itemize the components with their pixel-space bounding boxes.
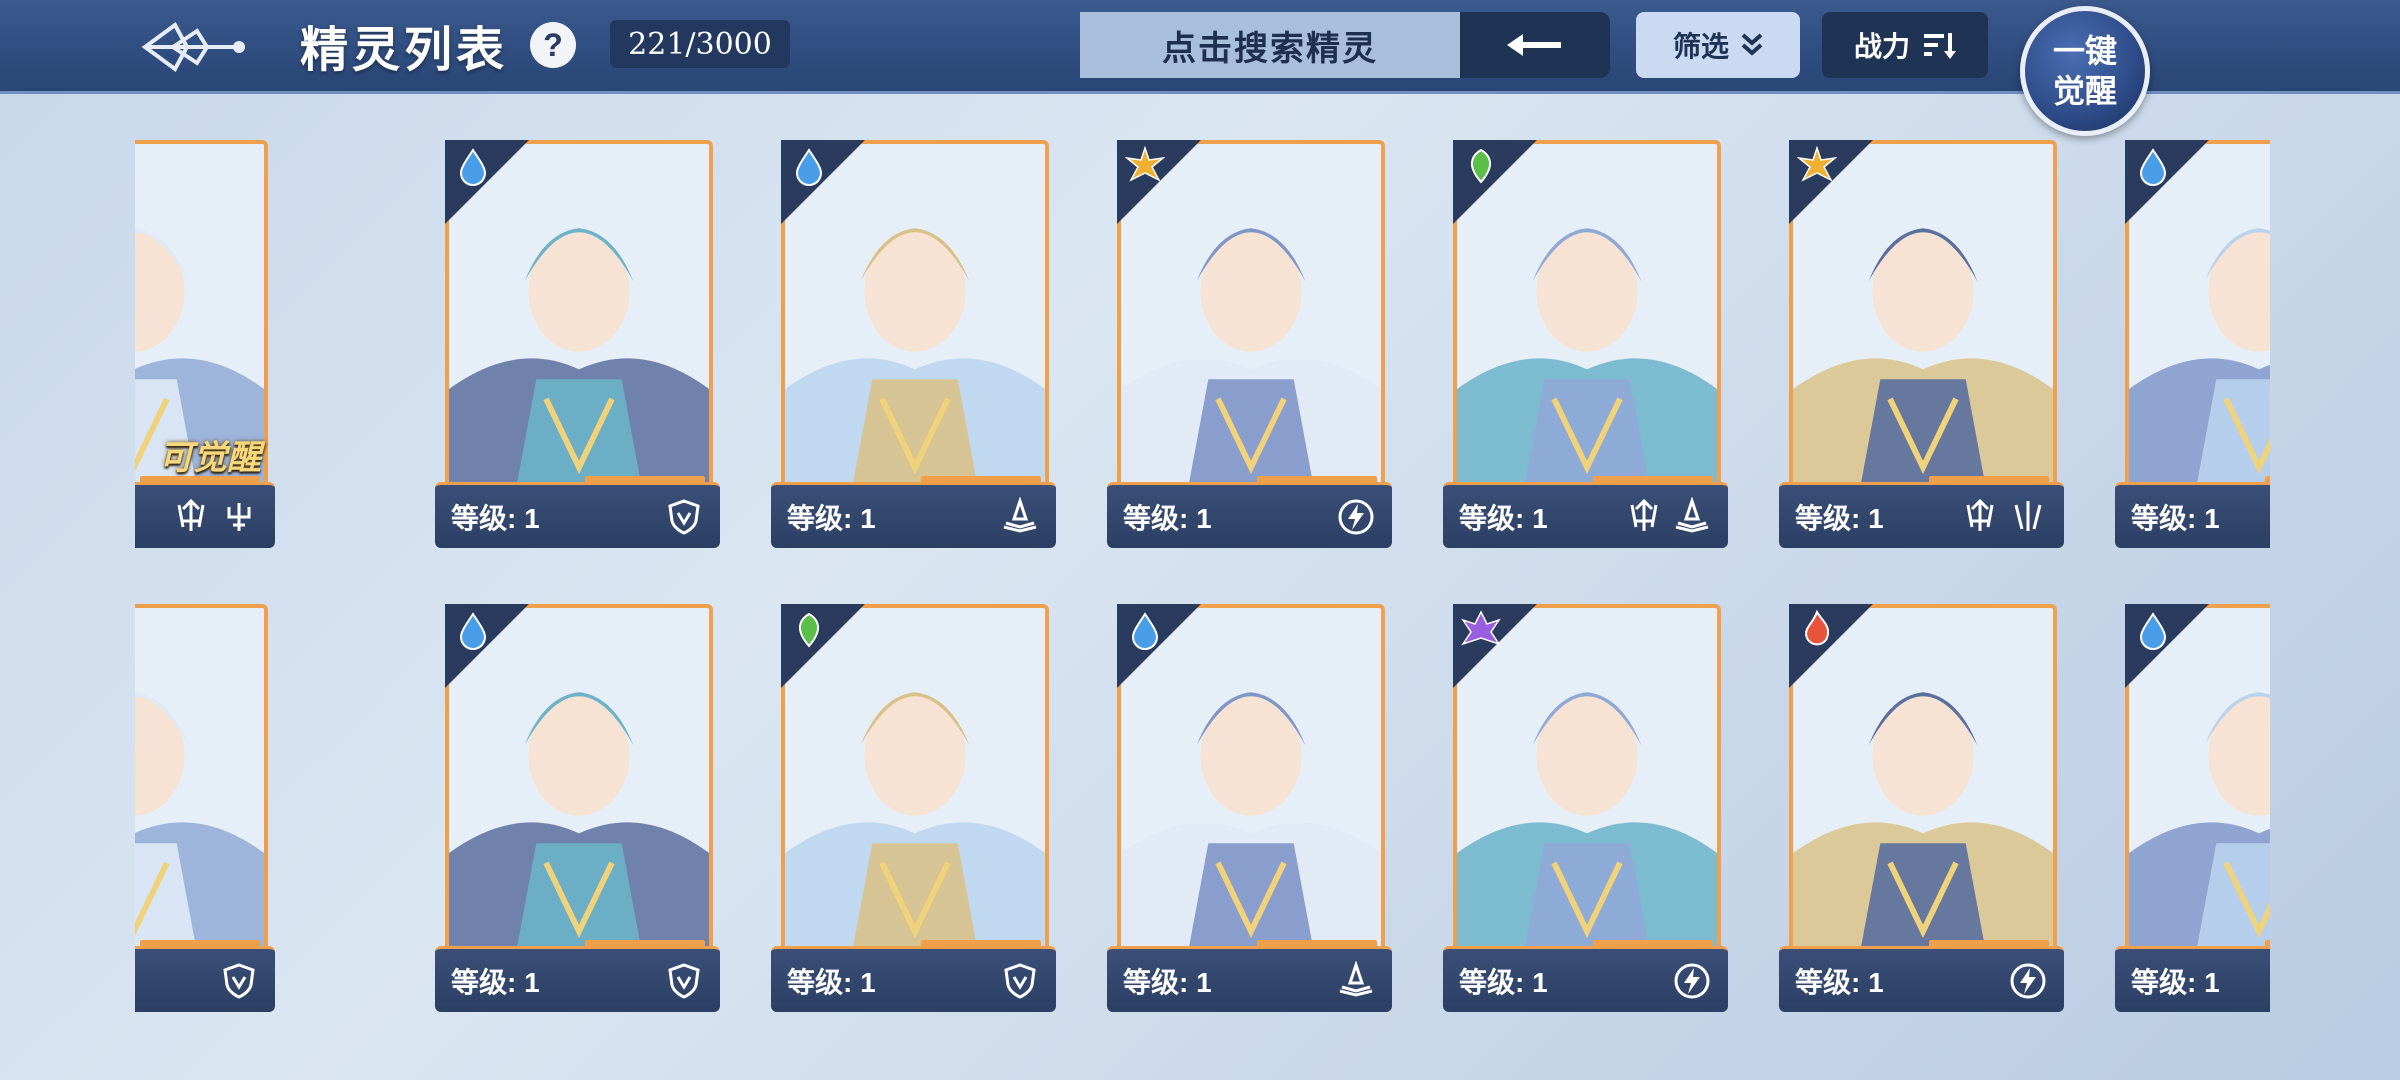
level-bar: 等级: 1 <box>771 946 1056 1012</box>
level-label: 等级: 1 <box>2131 502 2220 534</box>
help-button[interactable]: ? <box>530 22 577 68</box>
level-bar: 等级: 1 <box>771 482 1056 548</box>
filter-label: 筛选 <box>1672 31 1729 62</box>
sort-descending-icon <box>1924 33 1956 59</box>
level-bar: 等级: 1 <box>1107 946 1392 1012</box>
level-bar: 等级: 1 <box>2115 946 2270 1012</box>
level-label: 等级: 1 <box>1795 966 1884 998</box>
sort-button[interactable]: 战力 <box>1822 12 1988 78</box>
dark-element-icon <box>1461 610 1501 650</box>
level-bar: 等级: 1 <box>1779 946 2064 1012</box>
skill-icons <box>1000 961 1040 1001</box>
light-element-icon <box>1125 146 1165 186</box>
spirit-card[interactable]: 等级: 1 <box>771 130 1056 558</box>
spirit-card[interactable]: 等级: 1 <box>1779 594 2064 1022</box>
light-element-icon <box>1797 146 1837 186</box>
level-label: 等级: 1 <box>2131 966 2220 998</box>
one-click-awaken-button[interactable]: 一键 觉醒 <box>2020 6 2150 136</box>
awaken-label-line2: 觉醒 <box>2052 72 2117 110</box>
skill-icons <box>219 961 259 1001</box>
spirit-card[interactable]: 等级: 1 <box>1107 594 1392 1022</box>
level-bar: 等级: 1 <box>135 946 275 1012</box>
spirit-card[interactable]: 等级: 1 <box>2115 594 2270 1022</box>
spirit-card[interactable]: 等级: 1 <box>2115 130 2270 558</box>
sword-icon <box>171 497 211 537</box>
skill-icons <box>664 497 704 537</box>
double-chevron-down-icon <box>1741 33 1763 56</box>
sword-icon <box>1624 497 1664 537</box>
shield-icon <box>219 961 259 1001</box>
spirit-count: 221/3000 <box>610 20 790 68</box>
lightning-icon <box>1336 497 1376 537</box>
book-icon <box>1672 496 1712 537</box>
spirit-card[interactable]: 等级: 1 <box>435 130 720 558</box>
grass-element-icon <box>1461 146 1501 186</box>
sword-icon <box>1960 497 2000 537</box>
water-element-icon <box>453 610 493 650</box>
level-label: 等级: 1 <box>1795 502 1884 534</box>
spirit-card[interactable]: 等级: 1 <box>771 594 1056 1022</box>
search-input[interactable]: 点击搜索精灵 <box>1080 12 1460 78</box>
book-icon <box>1000 496 1040 537</box>
skill-icons <box>1624 496 1712 537</box>
level-bar: 等级: 100 <box>135 482 275 548</box>
water-element-icon <box>1125 610 1165 650</box>
back-arrow-icon <box>141 22 245 72</box>
level-label: 等级: 1 <box>787 502 876 534</box>
filter-button[interactable]: 筛选 <box>1636 12 1800 78</box>
skill-icons <box>1336 960 1376 1001</box>
level-bar: 等级: 1 <box>1107 482 1392 548</box>
skill-icons <box>664 961 704 1001</box>
skill-icons <box>1000 496 1040 537</box>
lightning-icon <box>1672 961 1712 1001</box>
skill-icons <box>171 497 259 537</box>
lightning-icon <box>2008 961 2048 1001</box>
level-label: 等级: 1 <box>451 966 540 998</box>
level-bar: 等级: 1 <box>1779 482 2064 548</box>
awaken-label-line1: 一键 <box>2052 32 2117 70</box>
shield-icon <box>1000 961 1040 1001</box>
claw-icon <box>2008 497 2048 537</box>
level-label: 等级: 1 <box>1459 966 1548 998</box>
spirit-card[interactable]: 等级: 1 <box>135 594 275 1022</box>
spirit-card[interactable]: 可觉醒等级: 100 <box>135 130 275 558</box>
trident-icon <box>219 497 259 537</box>
level-label: 等级: 1 <box>1123 966 1212 998</box>
level-bar: 等级: 1 <box>2115 482 2270 548</box>
left-arrow-icon <box>1507 34 1561 56</box>
grass-element-icon <box>789 610 829 650</box>
spirit-card[interactable]: 等级: 1 <box>435 594 720 1022</box>
search-clear-button[interactable] <box>1460 12 1610 78</box>
spirit-card[interactable]: 等级: 1 <box>1443 130 1728 558</box>
skill-icons <box>2008 961 2048 1001</box>
spirit-card[interactable]: 等级: 1 <box>1443 594 1728 1022</box>
level-bar: 等级: 1 <box>1443 946 1728 1012</box>
level-label: 等级: 1 <box>1123 502 1212 534</box>
shield-icon <box>664 497 704 537</box>
skill-icons <box>1336 497 1376 537</box>
level-label: 等级: 1 <box>451 502 540 534</box>
spirit-grid: 可觉醒等级: 100 等级: 1 等级: 1 等级: 1 等级: 1 等级: 1 等级: 1… <box>135 130 2270 1030</box>
water-element-icon <box>2133 146 2173 186</box>
book-icon <box>1336 960 1376 1001</box>
back-button[interactable] <box>130 8 260 86</box>
page-title: 精灵列表 <box>300 22 509 78</box>
water-element-icon <box>453 146 493 186</box>
sort-label: 战力 <box>1853 31 1910 62</box>
level-label: 等级: 1 <box>1459 502 1548 534</box>
spirit-card[interactable]: 等级: 1 <box>1779 130 2064 558</box>
fire-element-icon <box>1797 610 1837 650</box>
level-bar: 等级: 1 <box>1443 482 1728 548</box>
water-element-icon <box>789 146 829 186</box>
water-element-icon <box>2133 610 2173 650</box>
awakenable-tag: 可觉醒 <box>159 438 261 478</box>
level-label: 等级: 1 <box>787 966 876 998</box>
skill-icons <box>1960 497 2048 537</box>
spirit-card[interactable]: 等级: 1 <box>1107 130 1392 558</box>
level-bar: 等级: 1 <box>435 946 720 1012</box>
level-bar: 等级: 1 <box>435 482 720 548</box>
top-bar: 精灵列表 ? 221/3000 点击搜索精灵 筛选 战力 一键 觉醒 <box>0 0 2400 136</box>
skill-icons <box>1672 961 1712 1001</box>
shield-icon <box>664 961 704 1001</box>
